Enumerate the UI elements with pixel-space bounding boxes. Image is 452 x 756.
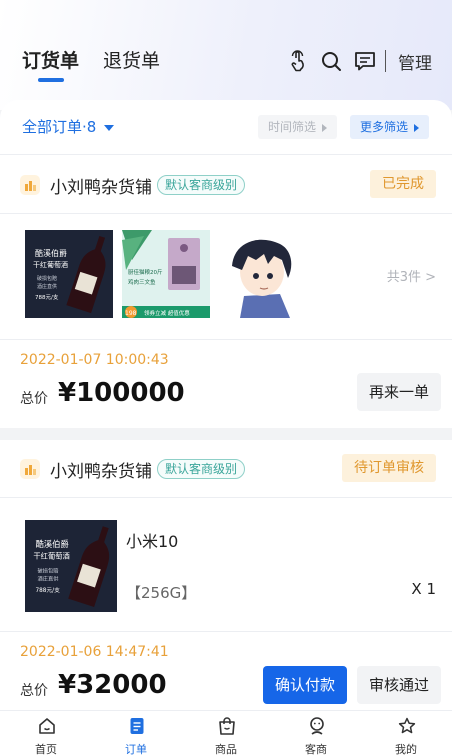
nav-label-products: 商品 xyxy=(215,743,237,756)
triangle-right-icon xyxy=(414,123,420,132)
tap-icon[interactable] xyxy=(287,50,309,72)
home-icon xyxy=(39,718,55,734)
wine-subtitle: 干红葡萄酒 xyxy=(33,552,69,561)
nav-item-home[interactable]: 首页 xyxy=(1,711,91,756)
product-row[interactable]: 酷溪伯爵 干红葡萄酒 破损包赔 酒庄直供 788元/支 小米10 【256G】 … xyxy=(0,498,452,632)
total-label: 总价 xyxy=(20,683,48,699)
product-image-catfood[interactable]: 厨佳猫粮20斤 鸡肉三文鱼 198 领券立减 超值优惠 xyxy=(122,230,210,318)
wine-line-1: 破损包赔 xyxy=(38,566,59,574)
store-icon xyxy=(20,175,40,195)
active-tab-indicator xyxy=(38,78,64,82)
store-row: 小刘鸭杂货铺 默认客商级别 已完成 xyxy=(0,156,452,214)
all-orders-dropdown[interactable]: 全部订单·8 xyxy=(22,116,115,137)
search-icon[interactable] xyxy=(320,50,342,72)
store-row: 小刘鸭杂货铺 默认客商级别 待订单审核 xyxy=(0,440,452,498)
store-name: 小刘鸭杂货铺 xyxy=(50,178,152,198)
all-orders-label: 全部订单·8 xyxy=(22,118,97,136)
catfood-price: 198 xyxy=(125,310,137,317)
item-count-link[interactable]: 共3件 > xyxy=(387,266,436,285)
catfood-promo: 领券立减 超值优惠 xyxy=(144,309,190,317)
header-divider xyxy=(385,50,386,72)
header: 订货单 退货单 管理 xyxy=(0,0,452,110)
bag-icon xyxy=(219,717,235,735)
catfood-line-2: 鸡肉三文鱼 xyxy=(128,278,156,286)
order-card[interactable]: 小刘鸭杂货铺 默认客商级别 待订单审核 酷溪伯爵 干红葡萄酒 破损包赔 酒庄直供… xyxy=(0,440,452,710)
nav-label-mine: 我的 xyxy=(395,743,417,756)
total-amount: ¥100000 xyxy=(58,378,185,408)
manage-button[interactable]: 管理 xyxy=(398,49,432,74)
customer-icon xyxy=(310,717,324,735)
nav-item-order[interactable]: 订单 xyxy=(91,711,181,756)
product-image-wine[interactable]: 酷溪伯爵 干红葡萄酒 破损包赔 酒庄直供 788元/支 xyxy=(25,520,117,612)
card-separator xyxy=(0,428,452,440)
order-status-badge: 已完成 xyxy=(370,170,436,198)
order-time: 2022-01-06 14:47:41 xyxy=(20,644,169,660)
catfood-line-1: 厨佳猫粮20斤 xyxy=(128,268,163,276)
product-name: 小米10 xyxy=(126,532,179,551)
nav-item-mine[interactable]: 我的 xyxy=(361,711,451,756)
order-status-badge: 待订单审核 xyxy=(342,454,436,482)
wine-subtitle: 干红葡萄酒 xyxy=(33,260,68,269)
tab-return[interactable]: 退货单 xyxy=(103,46,160,73)
wine-line-2: 酒庄直供 xyxy=(37,283,57,290)
time-filter-button[interactable]: 时间筛选 xyxy=(258,115,338,139)
caret-down-icon xyxy=(104,124,115,131)
product-image-cartoon[interactable] xyxy=(218,230,306,318)
filter-bar: 全部订单·8 时间筛选 更多筛选 xyxy=(0,100,452,155)
store-icon xyxy=(20,459,40,479)
order-time: 2022-01-07 10:00:43 xyxy=(20,352,169,368)
nav-label-home: 首页 xyxy=(35,743,57,756)
nav-label-order: 订单 xyxy=(125,743,147,756)
customer-level-badge: 默认客商级别 xyxy=(157,175,246,195)
wine-line-1: 破损包赔 xyxy=(37,275,57,282)
wine-title: 酷溪伯爵 xyxy=(35,539,68,549)
star-icon xyxy=(398,717,416,734)
time-filter-label: 时间筛选 xyxy=(268,120,317,134)
wine-line-2: 酒庄直供 xyxy=(38,575,59,583)
wine-price: 788元/支 xyxy=(35,586,60,594)
header-tabs: 订货单 退货单 管理 xyxy=(0,40,452,82)
wine-title: 酷溪伯爵 xyxy=(35,248,67,258)
confirm-payment-button[interactable]: 确认付款 xyxy=(263,666,348,704)
wine-price: 788元/支 xyxy=(35,293,59,301)
nav-item-products[interactable]: 商品 xyxy=(181,711,271,756)
triangle-right-icon xyxy=(322,123,328,132)
nav-item-customers[interactable]: 客商 xyxy=(271,711,361,756)
message-icon[interactable] xyxy=(354,50,376,72)
customer-level-badge: 默认客商级别 xyxy=(157,459,246,479)
product-quantity: X 1 xyxy=(411,580,436,598)
store-name: 小刘鸭杂货铺 xyxy=(50,462,152,482)
order-list-panel: 全部订单·8 时间筛选 更多筛选 小刘鸭杂货铺 默认客商级别 已完成 酷溪伯爵 … xyxy=(0,100,452,710)
more-filter-label: 更多筛选 xyxy=(360,120,409,134)
order-card[interactable]: 小刘鸭杂货铺 默认客商级别 已完成 酷溪伯爵 干红葡萄酒 破损包赔 酒庄直供 7… xyxy=(0,156,452,428)
more-filter-button[interactable]: 更多筛选 xyxy=(350,115,430,139)
reorder-button[interactable]: 再来一单 xyxy=(357,373,442,411)
product-spec: 【256G】 xyxy=(126,584,197,602)
total-amount: ¥32000 xyxy=(58,670,167,700)
product-image-wine[interactable]: 酷溪伯爵 干红葡萄酒 破损包赔 酒庄直供 788元/支 xyxy=(25,230,113,318)
product-thumbnails[interactable]: 酷溪伯爵 干红葡萄酒 破损包赔 酒庄直供 788元/支 厨佳猫粮20斤 鸡肉三文… xyxy=(0,214,452,340)
order-icon xyxy=(130,718,144,734)
nav-label-customers: 客商 xyxy=(305,743,327,756)
tab-order[interactable]: 订货单 xyxy=(22,46,79,73)
approve-button[interactable]: 审核通过 xyxy=(357,666,442,704)
bottom-nav: 首页 订单 商品 客商 我的 xyxy=(0,710,452,756)
total-label: 总价 xyxy=(20,391,48,407)
